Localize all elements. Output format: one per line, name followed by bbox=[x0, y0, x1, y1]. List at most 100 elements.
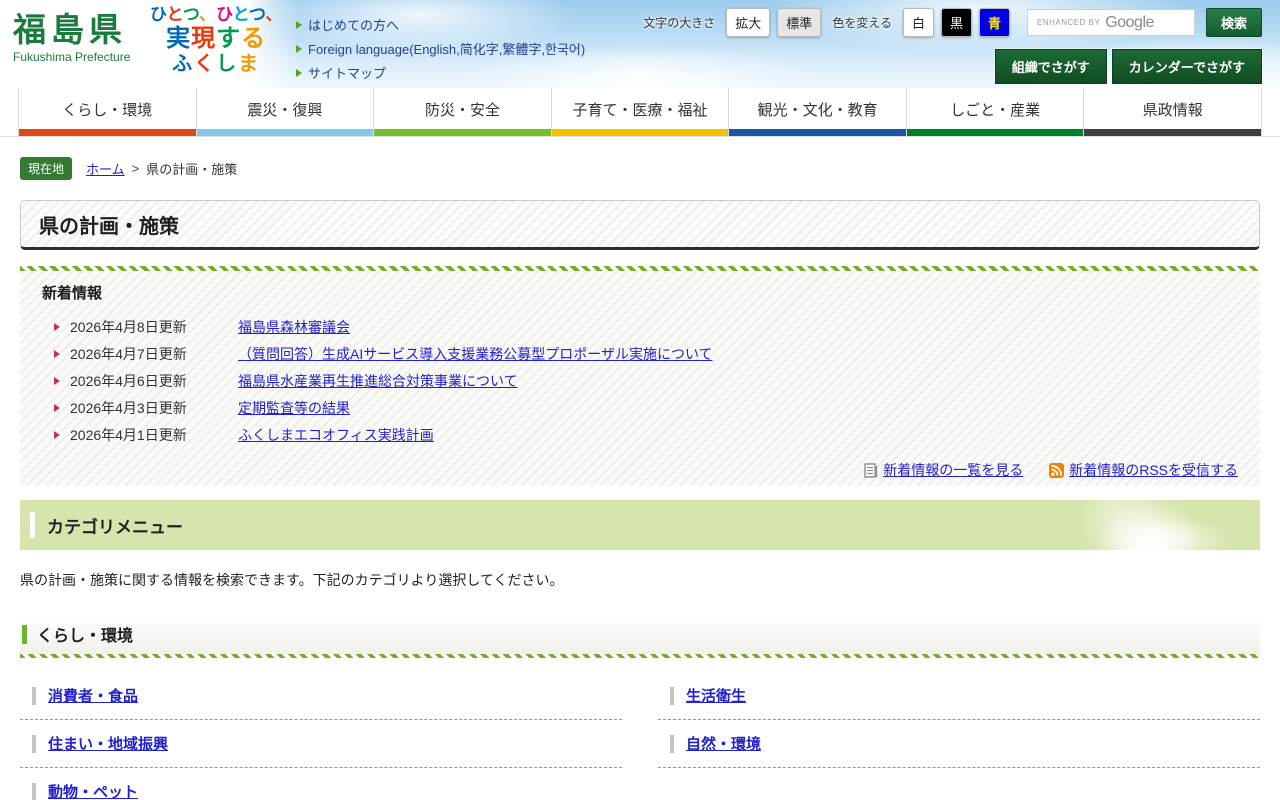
finder-buttons: 組織でさがす カレンダーでさがす bbox=[994, 49, 1262, 84]
logo-area: 福島県 Fukushima Prefecture ひとつ、ひとつ、 実現する ふ… bbox=[0, 0, 300, 88]
main-content: 現在地 ホーム > 県の計画・施策 県の計画・施策 新着情報 2026年4月8日… bbox=[0, 157, 1280, 800]
category-item-daily-hygiene: 生活衛生 bbox=[658, 672, 1260, 720]
header-controls: 文字の大きさ 拡大 標準 色を変える 白 黒 青 ENHANCED BY Goo… bbox=[639, 8, 1262, 84]
slogan-logo: ひとつ、ひとつ、 実現する ふくしま bbox=[150, 5, 282, 77]
news-date: 2026年4月7日更新 bbox=[70, 345, 187, 362]
striped-border bbox=[20, 266, 1260, 271]
search-button[interactable]: 検索 bbox=[1206, 8, 1262, 37]
category-item-consumers-food: 消費者・食品 bbox=[20, 672, 622, 720]
nav-underline bbox=[906, 129, 1084, 136]
utility-link-sitemap[interactable]: サイトマップ bbox=[296, 63, 585, 82]
nav-label: 県政情報 bbox=[1142, 102, 1203, 119]
nav-underline bbox=[19, 129, 196, 136]
nav-label: 子育て・医療・福祉 bbox=[572, 102, 708, 119]
search-by-organization-button[interactable]: 組織でさがす bbox=[994, 49, 1107, 84]
news-list: 2026年4月8日更新 福島県森林審議会 2026年4月7日更新 （質問回答）生… bbox=[42, 313, 1238, 448]
nav-item-tourism-culture-education[interactable]: 観光・文化・教育 bbox=[728, 88, 906, 136]
color-blue-button[interactable]: 青 bbox=[978, 8, 1010, 37]
news-list-link-label: 新着情報の一覧を見る bbox=[883, 462, 1024, 478]
breadcrumb: 現在地 ホーム > 県の計画・施策 bbox=[20, 157, 1260, 180]
category-link[interactable]: 住まい・地域振興 bbox=[48, 733, 168, 754]
utility-link-foreign-language[interactable]: Foreign language(English,简化字,繁體字,한국어) bbox=[296, 39, 585, 58]
color-black-button[interactable]: 黒 bbox=[940, 8, 972, 37]
news-link[interactable]: 福島県水産業再生推進総合対策事業について bbox=[238, 371, 518, 391]
news-item: 2026年4月7日更新 （質問回答）生成AIサービス導入支援業務公募型プロポーザ… bbox=[42, 340, 1238, 367]
page-title-box: 県の計画・施策 bbox=[20, 200, 1260, 250]
bullet-arrow-icon bbox=[54, 349, 60, 358]
category-link[interactable]: 消費者・食品 bbox=[48, 685, 138, 706]
nav-item-living-environment[interactable]: くらし・環境 bbox=[18, 88, 196, 136]
category-item-nature-environment: 自然・環境 bbox=[658, 720, 1260, 768]
search-by-calendar-button[interactable]: カレンダーでさがす bbox=[1111, 49, 1262, 84]
news-link[interactable]: 福島県森林審議会 bbox=[238, 317, 350, 337]
font-enlarge-button[interactable]: 拡大 bbox=[726, 8, 771, 37]
prefecture-name: 福島県 bbox=[13, 11, 127, 48]
news-link[interactable]: （質問回答）生成AIサービス導入支援業務公募型プロポーザル実施について bbox=[238, 344, 713, 364]
banner-decoration bbox=[1030, 500, 1230, 550]
utility-link-label[interactable]: はじめての方へ bbox=[308, 15, 399, 34]
utility-link-label[interactable]: サイトマップ bbox=[308, 63, 386, 82]
news-link[interactable]: ふくしまエコオフィス実践計画 bbox=[238, 425, 434, 445]
nav-underline bbox=[1084, 129, 1262, 136]
list-icon bbox=[864, 462, 878, 478]
category-menu-title: カテゴリメニュー bbox=[47, 517, 183, 537]
nav-label: しごと・産業 bbox=[950, 102, 1041, 119]
category-item-animals-pets: 動物・ペット bbox=[20, 768, 622, 800]
category-link[interactable]: 自然・環境 bbox=[686, 733, 761, 754]
category-link[interactable]: 動物・ペット bbox=[48, 781, 138, 800]
news-date: 2026年4月1日更新 bbox=[70, 426, 187, 443]
category-description: 県の計画・施策に関する情報を検索できます。下記のカテゴリより選択してください。 bbox=[20, 572, 564, 588]
arrow-icon bbox=[296, 20, 302, 29]
nav-label: くらし・環境 bbox=[62, 102, 153, 119]
font-size-label: 文字の大きさ bbox=[643, 16, 716, 30]
arrow-icon bbox=[296, 44, 302, 53]
news-item: 2026年4月3日更新 定期監査等の結果 bbox=[42, 394, 1238, 421]
nav-label: 観光・文化・教育 bbox=[757, 102, 878, 119]
breadcrumb-home-link[interactable]: ホーム bbox=[86, 159, 125, 178]
bullet-arrow-icon bbox=[54, 430, 60, 439]
color-change-label: 色を変える bbox=[832, 16, 892, 30]
page-title: 県の計画・施策 bbox=[39, 215, 179, 238]
color-white-button[interactable]: 白 bbox=[902, 8, 934, 37]
category-item-housing-regional: 住まい・地域振興 bbox=[20, 720, 622, 768]
item-accent-bar bbox=[32, 686, 36, 705]
news-rss-link[interactable]: 新着情報のRSSを受信する bbox=[1049, 460, 1238, 480]
category-menu-banner: カテゴリメニュー bbox=[20, 500, 1260, 550]
arrow-icon bbox=[296, 68, 302, 77]
news-item: 2026年4月8日更新 福島県森林審議会 bbox=[42, 313, 1238, 340]
font-standard-button[interactable]: 標準 bbox=[777, 8, 822, 37]
bullet-arrow-icon bbox=[54, 322, 60, 331]
news-item: 2026年4月1日更新 ふくしまエコオフィス実践計画 bbox=[42, 421, 1238, 448]
category-link[interactable]: 生活衛生 bbox=[686, 685, 746, 706]
breadcrumb-separator: > bbox=[131, 161, 140, 176]
site-header: 福島県 Fukushima Prefecture ひとつ、ひとつ、 実現する ふ… bbox=[0, 0, 1280, 88]
search-input[interactable] bbox=[1027, 9, 1195, 36]
slogan-line: ふくしま bbox=[172, 53, 261, 76]
global-navigation: くらし・環境 震災・復興 防災・安全 子育て・医療・福祉 観光・文化・教育 しご… bbox=[0, 88, 1280, 137]
utility-link-label[interactable]: Foreign language(English,简化字,繁體字,한국어) bbox=[308, 39, 585, 58]
news-section: 新着情報 2026年4月8日更新 福島県森林審議会 2026年4月7日更新 （質… bbox=[20, 266, 1260, 486]
news-rss-link-label: 新着情報のRSSを受信する bbox=[1069, 462, 1238, 478]
nav-underline bbox=[374, 129, 551, 136]
prefecture-logo[interactable]: 福島県 Fukushima Prefecture bbox=[13, 11, 131, 65]
rss-icon bbox=[1049, 462, 1065, 478]
slogan-line: ひとつ、ひとつ、 bbox=[150, 5, 283, 24]
utility-link-first-time[interactable]: はじめての方へ bbox=[296, 15, 585, 34]
item-accent-bar bbox=[670, 734, 674, 753]
news-link[interactable]: 定期監査等の結果 bbox=[238, 398, 350, 418]
item-accent-bar bbox=[670, 686, 674, 705]
nav-underline bbox=[551, 129, 729, 136]
news-list-link[interactable]: 新着情報の一覧を見る bbox=[864, 460, 1023, 480]
nav-item-disaster-reconstruction[interactable]: 震災・復興 bbox=[195, 88, 374, 136]
section-accent-bar bbox=[22, 624, 27, 644]
bullet-arrow-icon bbox=[54, 376, 60, 385]
nav-item-childcare-medical-welfare[interactable]: 子育て・医療・福祉 bbox=[550, 88, 729, 136]
nav-item-disaster-prevention-safety[interactable]: 防災・安全 bbox=[373, 88, 551, 136]
nav-item-prefectural-information[interactable]: 県政情報 bbox=[1083, 88, 1263, 136]
prefecture-name-en: Fukushima Prefecture bbox=[13, 50, 131, 65]
nav-underline bbox=[196, 129, 374, 136]
nav-item-work-industry[interactable]: しごと・産業 bbox=[905, 88, 1084, 136]
news-heading: 新着情報 bbox=[42, 285, 103, 302]
item-accent-bar bbox=[32, 734, 36, 753]
item-accent-bar bbox=[32, 782, 36, 800]
